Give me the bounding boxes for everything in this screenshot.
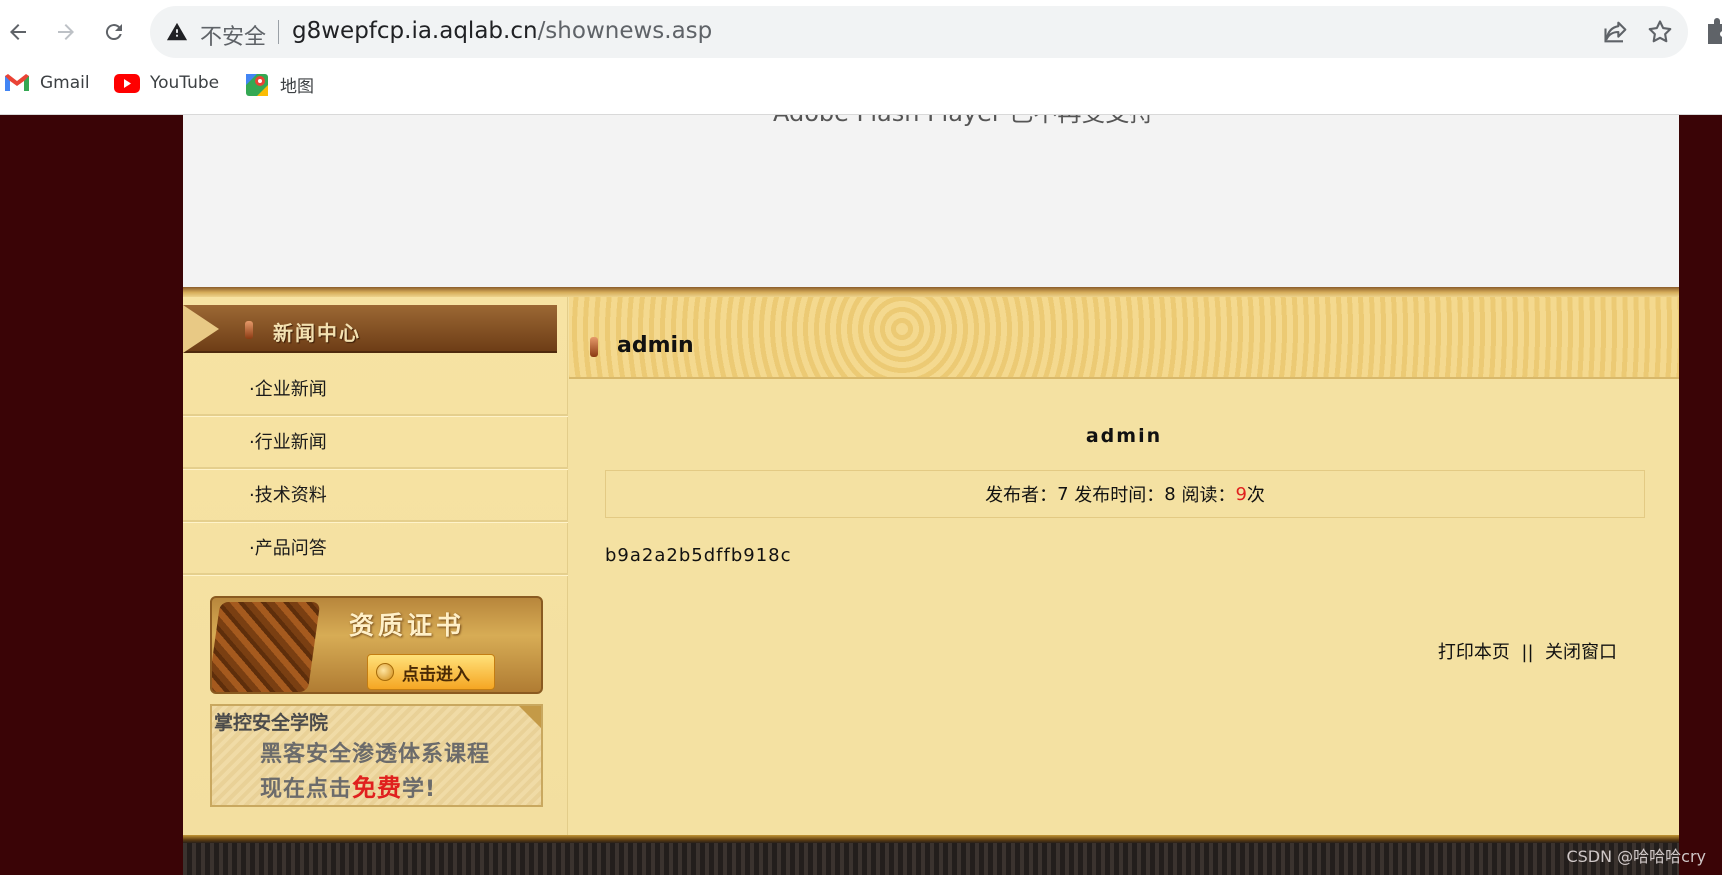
share-icon[interactable]: [1602, 18, 1630, 46]
youtube-icon: [114, 72, 140, 94]
flash-notice: Adobe Flash Player 已不再受支持: [773, 115, 1153, 128]
academy-brand: 掌控安全学院: [214, 712, 329, 734]
article-meta: 发布者： 7 发布时间： 8 阅读： 9 次: [605, 470, 1645, 518]
sidebar-header: 新闻中心: [183, 305, 557, 353]
insecure-label[interactable]: 不安全: [200, 19, 266, 51]
bookmark-label: Gmail: [40, 73, 90, 93]
link-separator: [1534, 642, 1540, 663]
article-title: admin: [1085, 425, 1163, 447]
sidebar: 新闻中心 ·企业新闻 ·行业新闻 ·技术资料 ·产品问答 资质证书 点击进入 掌…: [183, 297, 568, 835]
academy-free-label: 免费: [352, 774, 403, 802]
web-page: Adobe Flash Player 已不再受支持 新闻中心 ·企业新闻 ·行业…: [0, 115, 1722, 875]
back-arrow-icon: [10, 24, 26, 40]
bookmark-gmail[interactable]: Gmail: [4, 72, 90, 94]
gmail-icon: [4, 72, 30, 94]
url-path: /shownews.asp: [537, 18, 713, 44]
header-marker-icon: [245, 321, 253, 339]
corner-fold-icon: [517, 706, 541, 730]
certificate-title: 资质证书: [349, 611, 466, 640]
sidebar-item-product-qa[interactable]: ·产品问答: [183, 522, 568, 575]
url-text[interactable]: g8wepfcp.ia.aqlab.cn/shownews.asp: [292, 18, 712, 44]
academy-course-text: 黑客安全渗透体系课程: [260, 742, 491, 767]
article-panel: admin admin 发布者： 7 发布时间： 8 阅读： 9 次 b9a2a…: [569, 297, 1679, 835]
sidebar-title: 新闻中心: [273, 321, 361, 345]
back-button[interactable]: [0, 14, 36, 50]
flash-placeholder: Adobe Flash Player 已不再受支持: [183, 115, 1679, 287]
publisher-label: 发布者：: [985, 485, 1058, 506]
star-icon[interactable]: [1646, 18, 1674, 46]
extensions-icon[interactable]: [1704, 18, 1722, 44]
forward-arrow-icon: [58, 24, 74, 40]
academy-cta-prefix: 现在点击: [260, 777, 353, 802]
play-circle-icon: [376, 663, 394, 681]
reload-button[interactable]: [96, 14, 132, 50]
article-body: b9a2a2b5dffb918c: [605, 545, 792, 566]
academy-cta-text: 现在点击免费学!: [260, 768, 436, 803]
link-separator-text: ||: [1521, 642, 1534, 663]
publish-time-value: 8: [1164, 483, 1176, 505]
bookmarks-bar: Gmail YouTube 地图: [0, 70, 1722, 104]
close-window-link[interactable]: 关闭窗口: [1545, 642, 1617, 663]
print-page-link[interactable]: 打印本页: [1438, 642, 1510, 663]
forward-button[interactable]: [48, 14, 84, 50]
sidebar-item-tech-docs[interactable]: ·技术资料: [183, 469, 568, 522]
enter-button[interactable]: 点击进入: [367, 654, 495, 690]
url-host: g8wepfcp.ia.aqlab.cn: [292, 18, 538, 44]
news-category-list: ·企业新闻 ·行业新闻 ·技术资料 ·产品问答: [183, 363, 568, 575]
article-header-bar: admin: [569, 297, 1679, 379]
maps-icon: [244, 73, 270, 96]
sidebar-item-company-news[interactable]: ·企业新闻: [183, 363, 568, 416]
sidebar-item-industry-news[interactable]: ·行业新闻: [183, 416, 568, 469]
section-title: admin: [617, 333, 694, 358]
reads-label: 阅读：: [1181, 485, 1236, 506]
wood-decoration: [212, 602, 321, 692]
bookmark-label: 地图: [280, 77, 314, 97]
address-bar[interactable]: 不安全 g8wepfcp.ia.aqlab.cn/shownews.asp: [150, 6, 1688, 58]
warning-icon[interactable]: [166, 21, 188, 43]
header-marker-icon: [590, 337, 598, 357]
bookmark-maps[interactable]: 地图: [244, 72, 314, 97]
bookmark-label: YouTube: [150, 73, 220, 93]
browser-chrome: 不安全 g8wepfcp.ia.aqlab.cn/shownews.asp Gm…: [0, 0, 1722, 115]
academy-ad-banner[interactable]: 掌控安全学院 黑客安全渗透体系课程 现在点击免费学!: [210, 704, 543, 807]
article-actions: 打印本页 || 关闭窗口: [1438, 638, 1617, 664]
bookmark-youtube[interactable]: YouTube: [114, 72, 219, 94]
main-content: 新闻中心 ·企业新闻 ·行业新闻 ·技术资料 ·产品问答 资质证书 点击进入 掌…: [183, 297, 1679, 835]
footer-pattern: [183, 843, 1679, 875]
publish-time-label: 发布时间：: [1074, 485, 1165, 506]
publisher-value: 7: [1057, 483, 1069, 505]
academy-cta-suffix: 学!: [402, 777, 437, 802]
read-count: 9: [1235, 483, 1247, 505]
watermark: CSDN @哈哈哈cry: [1566, 847, 1706, 866]
header-arrow-icon: [183, 305, 219, 353]
reads-unit: 次: [1246, 485, 1265, 506]
reload-icon: [105, 24, 122, 41]
certificate-banner[interactable]: 资质证书 点击进入: [210, 596, 543, 694]
enter-button-label: 点击进入: [402, 664, 470, 685]
omnibox-separator: [278, 20, 279, 44]
